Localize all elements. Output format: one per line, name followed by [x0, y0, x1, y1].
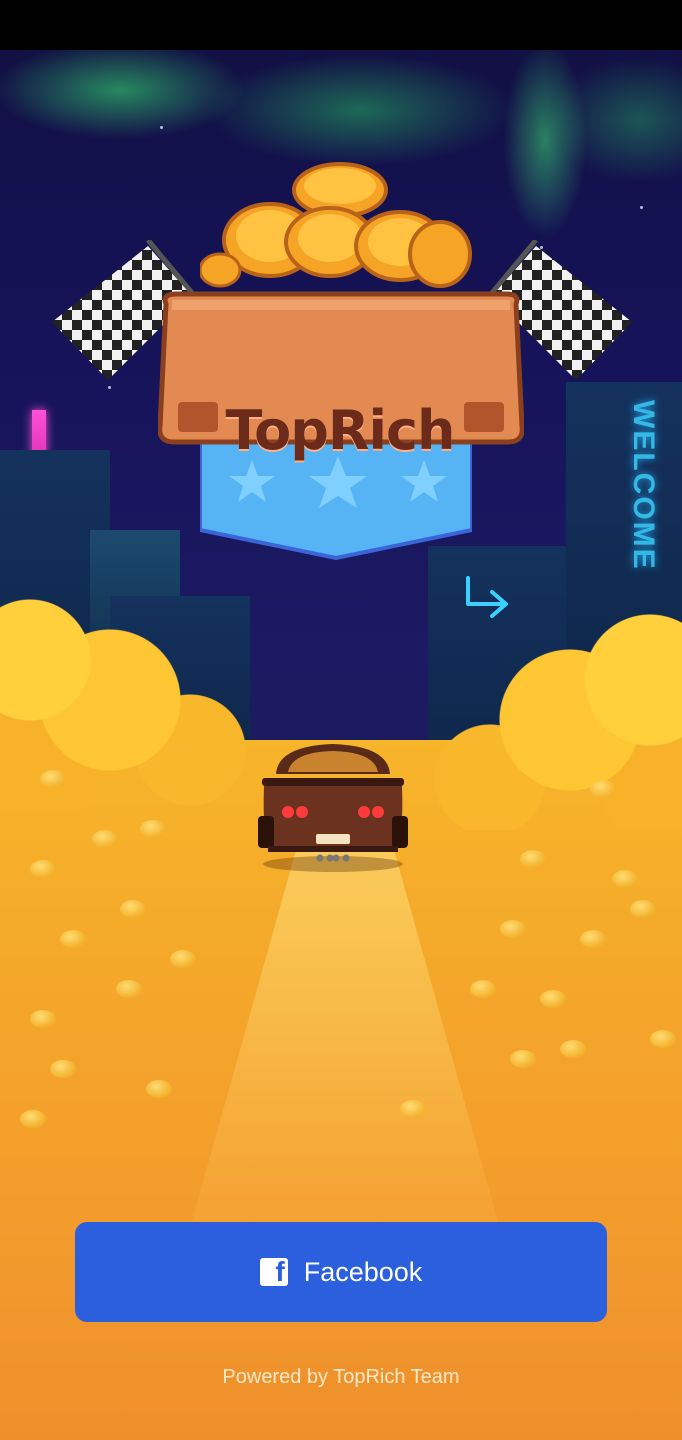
facebook-login-button[interactable]: f Facebook	[75, 1222, 607, 1322]
coin	[60, 930, 86, 948]
coin	[470, 980, 496, 998]
coin	[590, 780, 616, 798]
coin	[510, 1050, 536, 1068]
logo-title: TopRich	[225, 399, 456, 462]
coin	[146, 1080, 172, 1098]
facebook-icon: f	[259, 1258, 288, 1286]
facebook-button-label: Facebook	[303, 1256, 423, 1287]
coin	[612, 870, 638, 888]
coin	[140, 820, 166, 838]
coin	[92, 830, 118, 848]
car-image	[258, 744, 408, 872]
powered-by-text: Powered by TopRich Team	[222, 1366, 460, 1388]
coin	[580, 930, 606, 948]
coin	[400, 1100, 426, 1118]
coin	[50, 1060, 76, 1078]
coin	[20, 1110, 46, 1128]
coin	[650, 1030, 676, 1048]
status-bar	[0, 0, 682, 50]
coin	[630, 900, 656, 918]
coin	[116, 980, 142, 998]
splash-screen: WELCOME TopRich f Facebook Powered by To…	[0, 0, 682, 1440]
coin	[540, 990, 566, 1008]
coin	[500, 920, 526, 938]
coin	[560, 1040, 586, 1058]
coin	[40, 770, 66, 788]
coin	[170, 950, 196, 968]
coin	[30, 860, 56, 878]
coin	[30, 1010, 56, 1028]
coin	[120, 900, 146, 918]
toprich-logo: TopRich	[0, 150, 682, 570]
gold-cloud-right	[420, 590, 682, 830]
gold-cloud-left	[0, 580, 260, 810]
star	[160, 126, 163, 129]
coin	[520, 850, 546, 868]
